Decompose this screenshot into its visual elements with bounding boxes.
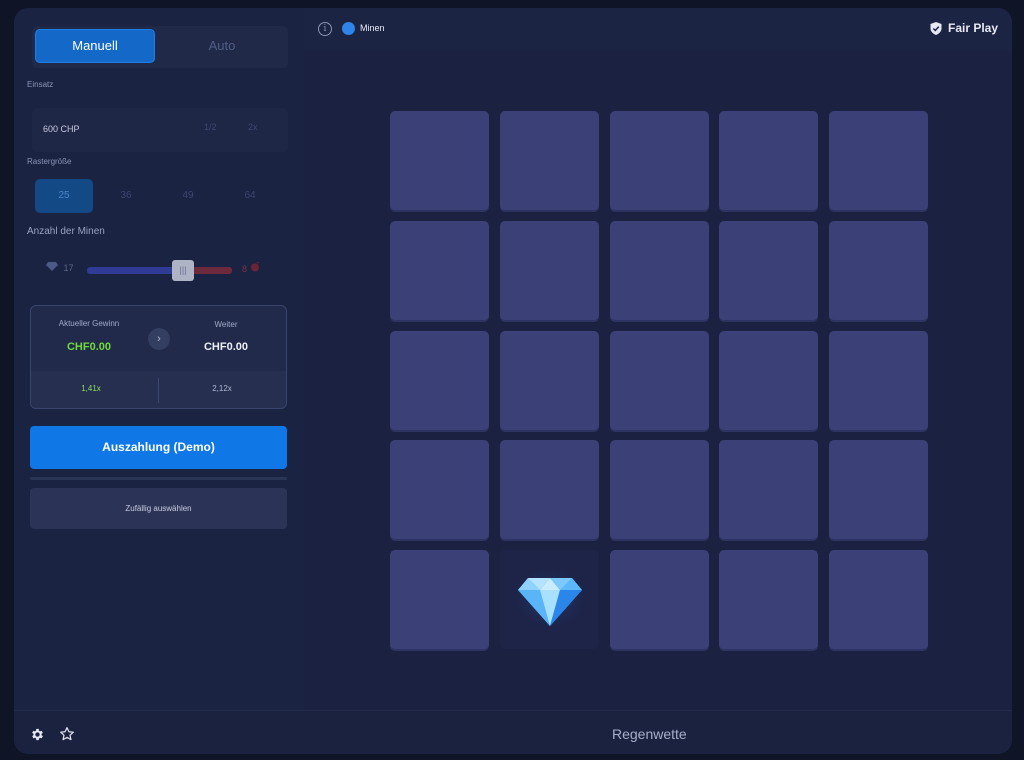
mine-tile[interactable] bbox=[719, 221, 818, 320]
slider-track-mines bbox=[192, 267, 232, 274]
mine-tile[interactable] bbox=[390, 331, 489, 430]
cashout-button[interactable]: Auszahlung (Demo) bbox=[30, 426, 287, 469]
mine-tile[interactable] bbox=[829, 440, 928, 539]
random-pick-button[interactable]: Zufällig auswählen bbox=[30, 488, 287, 529]
mines-count: 8 bbox=[242, 261, 260, 274]
mines-count-label: Anzahl der Minen bbox=[27, 226, 105, 237]
shield-check-icon bbox=[930, 22, 942, 35]
mine-tile[interactable] bbox=[390, 440, 489, 539]
game-name: Minen bbox=[360, 23, 385, 33]
mine-tile[interactable] bbox=[390, 550, 489, 649]
grid-size-option-64[interactable]: 64 bbox=[221, 179, 279, 213]
mine-tile[interactable] bbox=[610, 221, 709, 320]
grid-size-label: Rastergröße bbox=[27, 157, 72, 166]
mine-tile[interactable] bbox=[719, 550, 818, 649]
next-multiplier: 2,12x bbox=[212, 384, 232, 393]
multiplier-strip: 1,41x 2,12x bbox=[31, 371, 286, 408]
mines-slider[interactable]: 17 ||| 8 bbox=[32, 256, 288, 286]
double-stake-button[interactable]: 2x bbox=[248, 122, 258, 132]
fair-play-button[interactable]: Fair Play bbox=[930, 21, 1000, 37]
mine-tile[interactable] bbox=[829, 111, 928, 210]
mines-board bbox=[304, 51, 1012, 710]
grid-size-option-36[interactable]: 36 bbox=[97, 179, 155, 213]
grid-size-option-49[interactable]: 49 bbox=[159, 179, 217, 213]
mine-tile[interactable] bbox=[500, 331, 599, 430]
bottom-bar: Regenwette bbox=[14, 710, 1012, 754]
tab-manual[interactable]: Manuell bbox=[35, 29, 155, 63]
mode-tabs: Manuell Auto bbox=[32, 26, 288, 68]
tab-auto[interactable]: Auto bbox=[162, 29, 282, 63]
mine-icon bbox=[250, 261, 259, 272]
gems-count: 17 bbox=[46, 262, 74, 273]
mine-tile[interactable] bbox=[719, 331, 818, 430]
mine-tile[interactable] bbox=[610, 440, 709, 539]
chevron-right-icon: › bbox=[148, 328, 170, 350]
diamond-small-icon bbox=[46, 262, 58, 271]
stake-value: 600 CHP bbox=[43, 124, 80, 134]
stake-input[interactable]: 600 CHP 1/2 2x bbox=[32, 108, 288, 152]
game-window: Manuell Auto Einsatz 600 CHP 1/2 2x Rast… bbox=[14, 8, 1012, 754]
mine-tile[interactable] bbox=[610, 550, 709, 649]
current-win-value: CHF0.00 bbox=[66, 341, 112, 353]
mine-tile[interactable] bbox=[500, 111, 599, 210]
next-win-value: CHF0.00 bbox=[203, 341, 249, 353]
mine-tile[interactable] bbox=[390, 221, 489, 320]
bet-name: Regenwette bbox=[612, 726, 687, 742]
mines-logo-icon bbox=[342, 22, 355, 35]
mine-tile[interactable] bbox=[719, 440, 818, 539]
mine-tile[interactable] bbox=[610, 331, 709, 430]
revealed-diamond-tile bbox=[500, 550, 599, 649]
mine-tile[interactable] bbox=[500, 440, 599, 539]
grid-size-option-25[interactable]: 25 bbox=[35, 179, 93, 213]
mine-tile[interactable] bbox=[390, 111, 489, 210]
star-icon[interactable] bbox=[59, 726, 75, 742]
mine-tile[interactable] bbox=[500, 221, 599, 320]
mine-tile[interactable] bbox=[829, 221, 928, 320]
gems-count-value: 17 bbox=[63, 263, 74, 273]
mine-tile[interactable] bbox=[829, 331, 928, 430]
stake-label: Einsatz bbox=[27, 80, 54, 89]
mine-tile[interactable] bbox=[719, 111, 818, 210]
slider-handle[interactable]: ||| bbox=[172, 260, 194, 281]
top-bar: i Minen Fair Play bbox=[304, 8, 1012, 51]
mine-tile[interactable] bbox=[610, 111, 709, 210]
diamond-icon bbox=[514, 570, 586, 628]
current-win-label: Aktueller Gewinn bbox=[58, 319, 120, 328]
control-panel: Manuell Auto Einsatz 600 CHP 1/2 2x Rast… bbox=[14, 8, 304, 710]
divider bbox=[158, 378, 159, 403]
next-win-label: Weiter bbox=[214, 320, 238, 329]
mine-tile[interactable] bbox=[829, 550, 928, 649]
fair-play-label: Fair Play bbox=[948, 21, 999, 35]
half-stake-button[interactable]: 1/2 bbox=[204, 122, 217, 132]
grid-size-selector: 25 36 49 64 bbox=[32, 176, 288, 216]
winnings-panel: Aktueller Gewinn CHF0.00 › Weiter CHF0.0… bbox=[30, 305, 287, 409]
divider bbox=[30, 477, 287, 480]
current-multiplier: 1,41x bbox=[81, 384, 101, 393]
slider-track-gems bbox=[87, 267, 182, 274]
gear-icon[interactable] bbox=[30, 727, 45, 742]
info-icon[interactable]: i bbox=[318, 22, 332, 36]
mines-count-value: 8 bbox=[242, 264, 248, 274]
